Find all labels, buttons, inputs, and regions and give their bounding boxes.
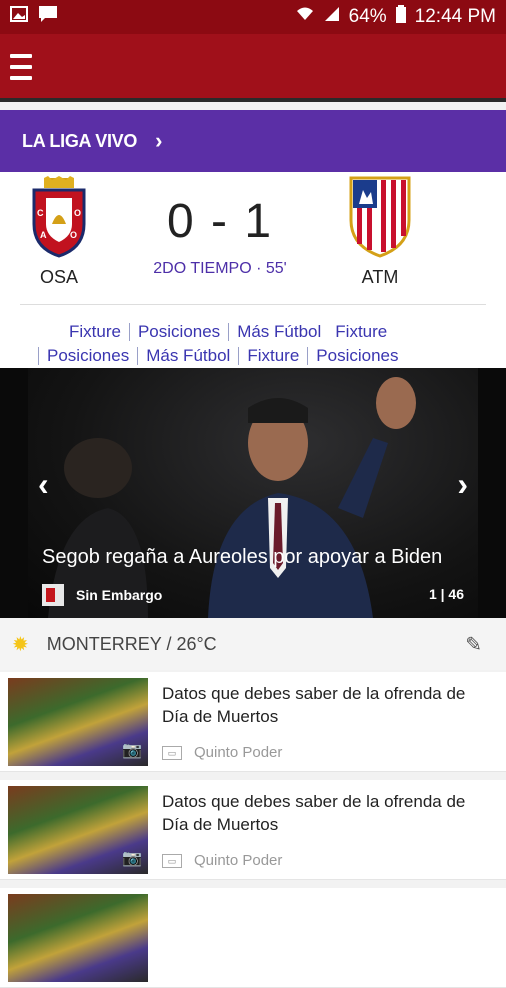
article-source: ▭ Quinto Poder xyxy=(162,744,282,761)
carousel-prev-icon[interactable]: ‹ xyxy=(38,466,49,503)
article-title: Datos que debes saber de la ofrenda de D… xyxy=(162,684,466,726)
carousel-next-icon[interactable]: › xyxy=(457,466,468,503)
match-period: 2DO TIEMPO · 55' xyxy=(153,260,287,277)
hero-source-name: Sin Embargo xyxy=(76,587,163,603)
link-fixture[interactable]: Fixture xyxy=(247,346,299,366)
camera-icon: 📷 xyxy=(122,742,142,759)
link-posiciones[interactable]: Posiciones xyxy=(138,322,220,342)
battery-icon xyxy=(395,5,407,29)
article-source-name: Quinto Poder xyxy=(194,744,283,761)
away-team-name: ATM xyxy=(361,267,399,287)
article-card[interactable] xyxy=(0,888,506,988)
link-mas-futbol[interactable]: Más Fútbol xyxy=(237,322,321,342)
article-thumbnail: 📷 xyxy=(8,678,148,766)
hero-headline[interactable]: Segob regaña a Aureoles por apoyar a Bid… xyxy=(42,546,442,569)
match-links: Fixture Posiciones Más Fútbol Fixture Po… xyxy=(0,320,506,368)
battery-percentage: 64% xyxy=(348,6,387,27)
app-bar xyxy=(0,34,506,102)
match-scorecard[interactable]: C O A O OSA 0 - 1 2DO TIEMPO · 55' ATM F… xyxy=(0,172,506,368)
article-thumbnail: 📷 xyxy=(8,786,148,874)
source-logo-icon: ▭ xyxy=(162,745,182,760)
svg-text:A: A xyxy=(40,230,47,240)
chevron-right-icon: › xyxy=(155,128,163,153)
article-source: ▭ Quinto Poder xyxy=(162,852,282,869)
link-mas-futbol[interactable]: Más Fútbol xyxy=(146,346,230,366)
carousel-edge-left xyxy=(0,368,28,618)
news-carousel[interactable]: ‹ › Segob regaña a Aureoles por apoyar a… xyxy=(28,368,478,618)
camera-icon: 📷 xyxy=(122,850,142,867)
status-bar: 64% 12:44 PM xyxy=(0,0,506,34)
clock: 12:44 PM xyxy=(414,6,496,27)
liga-live-banner[interactable]: LA LIGA VIVO › xyxy=(0,110,506,172)
link-fixture[interactable]: Fixture xyxy=(69,322,121,342)
menu-icon[interactable] xyxy=(10,54,32,80)
image-notification-icon xyxy=(10,6,28,28)
svg-text:O: O xyxy=(74,208,81,218)
carousel-edge-right xyxy=(478,368,506,618)
home-team[interactable]: C O A O OSA xyxy=(14,176,104,288)
link-fixture[interactable]: Fixture xyxy=(335,322,387,342)
home-team-name: OSA xyxy=(39,267,78,287)
source-logo-icon: ▭ xyxy=(162,853,182,868)
article-card[interactable]: 📷 Datos que debes saber de la ofrenda de… xyxy=(0,672,506,772)
article-title: Datos que debes saber de la ofrenda de D… xyxy=(162,792,466,834)
hero-source: Sin Embargo xyxy=(42,584,162,606)
weather-bar[interactable]: ✹ MONTERREY / 26°C ✎ xyxy=(0,618,506,670)
link-posiciones[interactable]: Posiciones xyxy=(316,346,398,366)
away-team[interactable]: ATM xyxy=(335,176,425,288)
liga-live-label: LA LIGA VIVO xyxy=(22,130,138,151)
atletico-madrid-crest-icon xyxy=(349,176,411,258)
sun-icon: ✹ xyxy=(12,633,29,656)
message-notification-icon xyxy=(38,5,58,29)
osasuna-crest-icon: C O A O xyxy=(32,176,86,258)
svg-text:C: C xyxy=(37,208,44,218)
pencil-edit-icon[interactable]: ✎ xyxy=(465,632,482,657)
article-thumbnail xyxy=(8,894,148,982)
article-source-name: Quinto Poder xyxy=(194,852,283,869)
match-score: 0 - 1 xyxy=(166,195,274,248)
source-logo-icon xyxy=(42,584,64,606)
carousel-counter: 1 | 46 xyxy=(428,586,464,602)
news-photo xyxy=(48,377,416,618)
signal-icon xyxy=(323,6,341,28)
wifi-icon xyxy=(295,6,315,28)
link-posiciones[interactable]: Posiciones xyxy=(47,346,129,366)
svg-text:O: O xyxy=(70,230,77,240)
article-card[interactable]: 📷 Datos que debes saber de la ofrenda de… xyxy=(0,780,506,880)
weather-location-temp: MONTERREY / 26°C xyxy=(46,633,217,654)
divider xyxy=(20,304,486,305)
